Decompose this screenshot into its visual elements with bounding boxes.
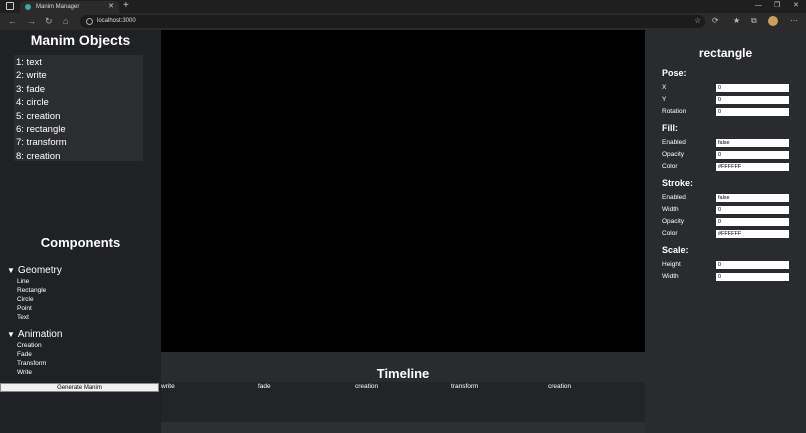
restore-icon[interactable]: ❐ — [774, 0, 780, 12]
pose-rotation-input[interactable] — [716, 108, 789, 116]
timeline-track[interactable] — [161, 382, 645, 422]
object-item[interactable]: 3: fade — [14, 83, 143, 96]
component-write[interactable]: Write — [17, 369, 32, 376]
fill-color-input[interactable] — [716, 163, 789, 171]
stroke-enabled-label: Enabled — [662, 194, 686, 201]
scale-height-input[interactable] — [716, 261, 789, 269]
timeline-title: Timeline — [376, 366, 430, 381]
refresh-page-icon[interactable]: ⟳ — [712, 16, 719, 26]
pose-rotation-label: Rotation — [662, 108, 687, 115]
objects-list[interactable]: 1: text 2: write 3: fade 4: circle 5: cr… — [14, 55, 143, 163]
preview-canvas[interactable] — [161, 30, 645, 352]
url-field[interactable]: localhost:3000 — [80, 15, 705, 28]
generate-manim-button[interactable]: Generate Manim — [0, 383, 159, 392]
animation-group-toggle[interactable]: ▼ Animation — [7, 329, 62, 340]
object-item[interactable]: 6: rectangle — [14, 123, 143, 136]
component-transform[interactable]: Transform — [17, 360, 46, 367]
pose-x-input[interactable] — [716, 84, 789, 92]
fill-color-label: Color — [662, 163, 678, 170]
stroke-color-label: Color — [662, 230, 678, 237]
stroke-width-label: Width — [662, 206, 679, 213]
object-item[interactable]: 5: creation — [14, 110, 143, 123]
object-item[interactable]: 4: circle — [14, 96, 143, 109]
stroke-opacity-label: Opacity — [662, 218, 685, 225]
stroke-color-input[interactable] — [716, 230, 789, 238]
collections-icon[interactable]: ⧉ — [751, 16, 757, 26]
reload-icon[interactable]: ↻ — [45, 16, 53, 26]
expand-triangle-icon: ▼ — [7, 330, 15, 339]
pose-y-label: Y — [662, 96, 667, 103]
pose-y-input[interactable] — [716, 96, 789, 104]
geometry-group-toggle[interactable]: ▼ Geometry — [7, 265, 62, 276]
pose-heading: Pose: — [662, 68, 687, 78]
fill-heading: Fill: — [662, 123, 678, 133]
tab-title: Manim Manager — [36, 4, 80, 10]
timeline-item[interactable]: transform — [451, 383, 478, 390]
animation-label: Animation — [17, 329, 63, 340]
component-circle[interactable]: Circle — [17, 296, 34, 303]
window-menu-icon[interactable] — [6, 2, 14, 10]
site-info-icon[interactable] — [86, 18, 93, 25]
objects-title: Manim Objects — [30, 32, 131, 48]
timeline-panel: Timeline write fade creation transform c… — [161, 352, 645, 433]
scale-heading: Scale: — [662, 245, 689, 255]
fill-enabled-input[interactable] — [716, 139, 789, 147]
properties-panel: rectangle Pose: X Y Rotation Fill: Enabl… — [645, 30, 806, 433]
selected-object-title: rectangle — [698, 46, 753, 60]
component-text[interactable]: Text — [17, 314, 29, 321]
browser-tab[interactable]: Manim Manager ✕ — [20, 1, 119, 13]
scale-height-label: Height — [662, 261, 681, 268]
fill-opacity-label: Opacity — [662, 151, 685, 158]
component-line[interactable]: Line — [17, 278, 29, 285]
component-point[interactable]: Point — [17, 305, 32, 312]
close-window-icon[interactable]: ✕ — [793, 0, 799, 12]
favorites-icon[interactable]: ★ — [733, 16, 740, 26]
fill-enabled-label: Enabled — [662, 139, 686, 146]
address-bar-row: ← → ↻ ⌂ localhost:3000 ☆ ⟳ ★ ⧉ ⋯ — [0, 13, 806, 30]
scale-width-input[interactable] — [716, 273, 789, 281]
fill-opacity-input[interactable] — [716, 151, 789, 159]
component-creation[interactable]: Creation — [17, 342, 42, 349]
new-tab-icon[interactable]: + — [123, 0, 129, 12]
left-panel: Manim Objects 1: text 2: write 3: fade 4… — [0, 30, 161, 433]
profile-avatar[interactable] — [768, 16, 778, 26]
favicon-icon — [25, 4, 31, 10]
timeline-item[interactable]: fade — [258, 383, 271, 390]
forward-icon[interactable]: → — [27, 16, 36, 26]
close-tab-icon[interactable]: ✕ — [108, 1, 114, 13]
more-menu-icon[interactable]: ⋯ — [790, 16, 798, 26]
object-item[interactable]: 8: creation — [14, 150, 143, 163]
component-fade[interactable]: Fade — [17, 351, 32, 358]
pose-x-label: X — [662, 84, 667, 91]
read-aloud-icon[interactable]: ☆ — [694, 16, 701, 26]
components-title: Components — [40, 235, 121, 250]
minimize-icon[interactable]: — — [755, 0, 762, 12]
expand-triangle-icon: ▼ — [7, 266, 15, 275]
object-item[interactable]: 1: text — [14, 56, 143, 69]
browser-tab-bar: Manim Manager ✕ + — ❐ ✕ — [0, 0, 806, 13]
object-item[interactable]: 2: write — [14, 69, 143, 82]
scale-width-label: Width — [662, 273, 679, 280]
back-icon[interactable]: ← — [8, 16, 17, 26]
stroke-opacity-input[interactable] — [716, 218, 789, 226]
geometry-label: Geometry — [17, 265, 62, 276]
stroke-heading: Stroke: — [662, 178, 694, 188]
url-text: localhost:3000 — [97, 18, 136, 24]
stroke-width-input[interactable] — [716, 206, 789, 214]
timeline-item[interactable]: creation — [355, 383, 378, 390]
object-item[interactable]: 7: transform — [14, 136, 143, 149]
timeline-item[interactable]: write — [161, 383, 175, 390]
stroke-enabled-input[interactable] — [716, 194, 789, 202]
timeline-scrollbar[interactable] — [161, 422, 645, 433]
timeline-item[interactable]: creation — [548, 383, 571, 390]
home-icon[interactable]: ⌂ — [63, 16, 68, 26]
component-rectangle[interactable]: Rectangle — [17, 287, 46, 294]
